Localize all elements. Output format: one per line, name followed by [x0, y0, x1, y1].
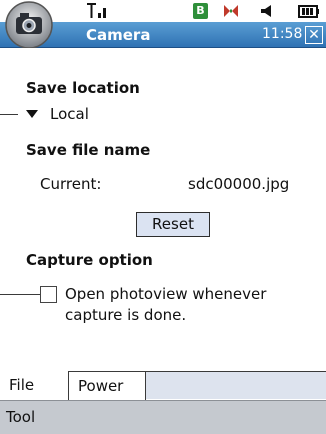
clock: 11:58 — [262, 26, 303, 42]
tab-bar: File Power — [0, 371, 326, 400]
speaker-icon[interactable] — [259, 3, 277, 19]
bottom-toolbar: Tool — [0, 400, 326, 434]
photoview-checkbox[interactable] — [40, 286, 57, 303]
save-location-dropdown[interactable]: Local — [26, 105, 89, 123]
dropdown-arrow-icon — [26, 110, 38, 118]
callout-line — [0, 294, 40, 295]
save-file-name-title: Save file name — [26, 141, 151, 159]
bluetooth-badge: B — [193, 3, 208, 19]
signal-strength-icon — [87, 3, 106, 18]
current-label: Current: — [40, 175, 102, 193]
tab-file[interactable]: File — [0, 371, 69, 400]
camera-app-icon — [5, 1, 53, 49]
callout-line — [0, 114, 18, 115]
app-title: Camera — [86, 26, 151, 44]
message-icon — [224, 5, 238, 17]
settings-content: Save location Local Save file name Curre… — [0, 48, 326, 371]
tab-power[interactable]: Power — [69, 371, 146, 400]
close-button[interactable]: ✕ — [305, 26, 323, 44]
photoview-checkbox-label[interactable]: Open photoview whenever capture is done. — [65, 284, 305, 326]
tool-menu[interactable]: Tool — [6, 408, 35, 426]
reset-button[interactable]: Reset — [136, 212, 210, 237]
save-location-title: Save location — [26, 79, 140, 97]
battery-icon — [298, 5, 319, 18]
save-location-value: Local — [50, 105, 89, 123]
capture-option-title: Capture option — [26, 251, 153, 269]
current-file-name: sdc00000.jpg — [188, 175, 290, 193]
